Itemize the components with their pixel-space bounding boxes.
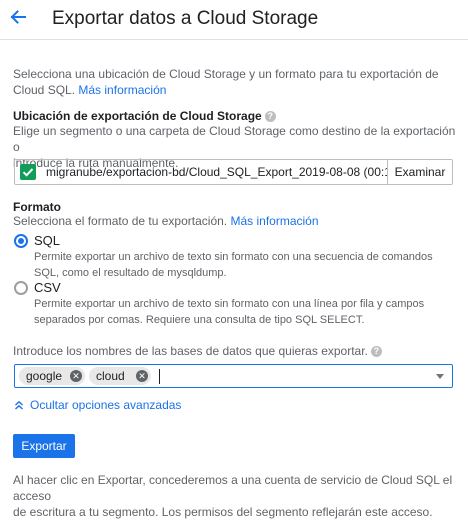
back-arrow-icon[interactable]	[8, 7, 28, 27]
intro-learn-more-link[interactable]: Más información	[78, 83, 166, 97]
option-sql-description: Permite exportar un archivo de texto sin…	[34, 249, 434, 281]
format-description: Selecciona el formato de tu exportación.…	[13, 213, 319, 229]
option-csv-desc-line1: Permite exportar un archivo de texto sin…	[34, 298, 425, 310]
intro-text: Selecciona una ubicación de Cloud Storag…	[13, 66, 458, 98]
export-path-field[interactable]: migranube/exportacion-bd/Cloud_SQL_Expor…	[14, 159, 453, 185]
double-chevron-up-icon	[15, 400, 23, 410]
radio-sql[interactable]	[14, 234, 28, 248]
location-heading: Ubicación de exportación de Cloud Storag…	[13, 109, 262, 123]
hide-advanced-options-label[interactable]: Ocultar opciones avanzadas	[30, 398, 181, 412]
database-chip: google ✕	[19, 367, 85, 385]
dropdown-arrow-icon[interactable]	[436, 374, 444, 379]
database-chip-label: google	[26, 369, 63, 383]
option-sql-desc-line2: SQL, como el resultado de mysqldump.	[34, 267, 227, 279]
location-desc-line1: Elige un segmento o una carpeta de Cloud…	[13, 124, 456, 154]
text-caret	[159, 369, 160, 384]
intro-line2: Cloud SQL.	[13, 83, 76, 97]
browse-button[interactable]: Examinar	[387, 160, 452, 184]
help-circle-icon[interactable]: ?	[264, 111, 276, 122]
page-title: Exportar datos a Cloud Storage	[52, 8, 319, 29]
radio-csv[interactable]	[14, 281, 28, 295]
database-chip-label: cloud	[96, 369, 125, 383]
databases-label: Introduce los nombres de las bases de da…	[13, 344, 368, 358]
check-icon	[20, 164, 36, 180]
intro-line1: Selecciona una ubicación de Cloud Storag…	[13, 67, 439, 81]
databases-input[interactable]: google ✕ cloud ✕	[14, 364, 453, 388]
chip-remove-icon[interactable]: ✕	[70, 370, 82, 382]
export-path-input[interactable]: migranube/exportacion-bd/Cloud_SQL_Expor…	[46, 165, 388, 179]
chip-remove-icon[interactable]: ✕	[136, 370, 148, 382]
hide-advanced-options-link[interactable]: Ocultar opciones avanzadas	[14, 398, 181, 412]
format-learn-more-link[interactable]: Más información	[230, 214, 318, 228]
location-heading-row: Ubicación de exportación de Cloud Storag…	[13, 108, 276, 124]
option-csv-description: Permite exportar un archivo de texto sin…	[34, 296, 434, 328]
databases-label-row: Introduce los nombres de las bases de da…	[13, 343, 382, 359]
database-chip: cloud ✕	[89, 367, 151, 385]
format-desc-text: Selecciona el formato de tu exportación.	[13, 214, 228, 228]
footer-line1: Al hacer clic en Exportar, concederemos …	[13, 473, 453, 503]
export-button[interactable]: Exportar	[13, 434, 75, 458]
help-circle-icon[interactable]: ?	[370, 346, 382, 357]
option-sql-desc-line1: Permite exportar un archivo de texto sin…	[34, 251, 433, 263]
option-csv-desc-line2: separados por comas. Requiere una consul…	[34, 314, 365, 326]
header-bar: Exportar datos a Cloud Storage	[0, 0, 468, 40]
option-sql-label[interactable]: SQL	[34, 233, 60, 248]
footer-line2: de escritura a tu segmento. Los permisos…	[13, 505, 433, 519]
option-csv-label[interactable]: CSV	[34, 280, 61, 295]
